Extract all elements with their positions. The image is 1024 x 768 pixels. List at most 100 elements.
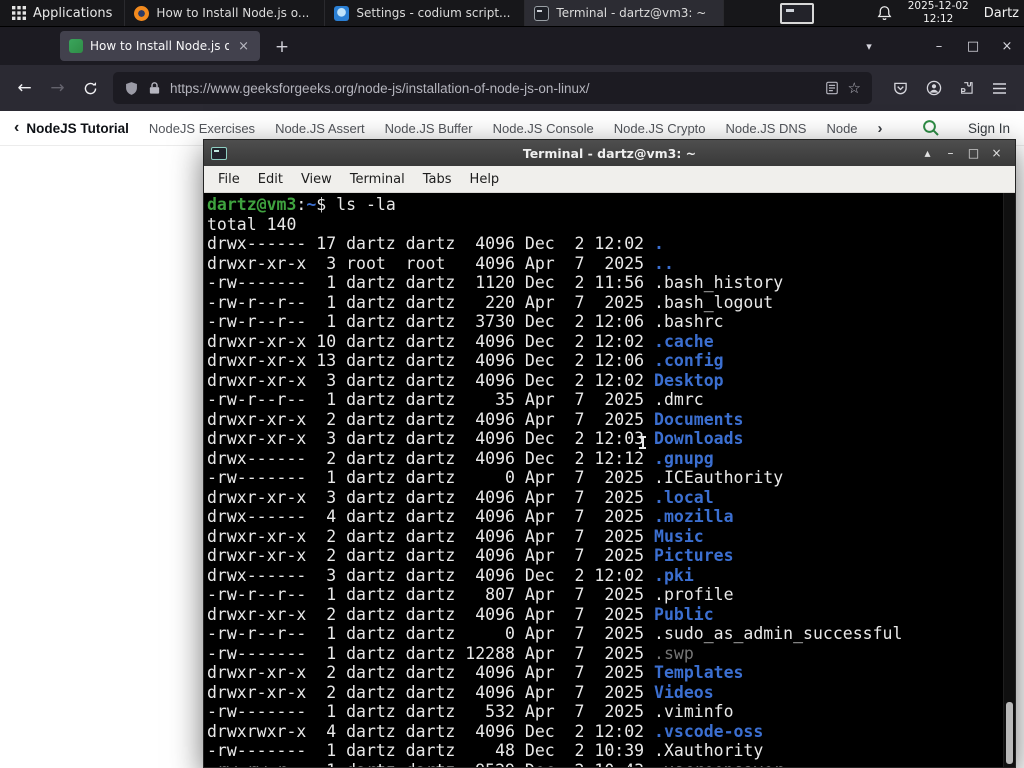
reload-icon: [84, 81, 97, 94]
terminal-output-line: -rw-r--r-- 1 dartz dartz 3730 Dec 2 12:0…: [207, 312, 1001, 332]
terminal-menu-item[interactable]: Terminal: [341, 169, 414, 190]
gfg-favicon: [69, 39, 83, 53]
taskbar-window-title: How to Install Node.js o...: [156, 6, 310, 20]
terminal-menu-item[interactable]: Tabs: [414, 169, 461, 190]
terminal-minimize-button[interactable]: –: [939, 146, 962, 160]
file-meta: -rw-r--r-- 1 dartz dartz 35 Apr 7 2025: [207, 390, 655, 409]
nav-next-chevron-icon[interactable]: ›: [878, 120, 883, 137]
tab-close-button[interactable]: ×: [236, 39, 251, 54]
terminal-total-line: total 140: [207, 214, 297, 234]
file-name: .bash_logout: [654, 292, 774, 312]
applications-menu-button[interactable]: Applications: [0, 0, 124, 26]
clock-time: 12:12: [923, 13, 954, 25]
clock[interactable]: 2025-12-02 12:12: [908, 0, 969, 25]
terminal-output-line: drwxr-xr-x 2 dartz dartz 4096 Apr 7 2025…: [207, 605, 1001, 625]
browser-minimize-button[interactable]: –: [922, 39, 956, 54]
all-tabs-chevron-icon[interactable]: ▾: [854, 40, 884, 53]
account-icon[interactable]: [917, 72, 950, 104]
reload-button[interactable]: [74, 72, 107, 104]
terminal-titlebar[interactable]: Terminal - dartz@vm3: ~ ▴ – □ ×: [204, 140, 1015, 166]
file-name: .: [654, 234, 664, 253]
bookmark-star-icon[interactable]: ☆: [848, 79, 861, 97]
terminal-output-line: drwxr-xr-x 13 dartz dartz 4096 Dec 2 12:…: [207, 351, 1001, 371]
terminal-menu-item[interactable]: Help: [461, 169, 509, 190]
scrollbar-thumb[interactable]: [1006, 702, 1013, 764]
browser-maximize-button[interactable]: □: [956, 39, 990, 54]
file-name: .gnupg: [654, 448, 714, 468]
taskbar-window-button[interactable]: Settings - codium script...: [324, 0, 524, 26]
file-meta: drwxr-xr-x 3 root root 4096 Apr 7 2025: [207, 253, 655, 273]
url-bar[interactable]: https://www.geeksforgeeks.org/node-js/in…: [113, 72, 872, 104]
gfg-nav-active-link[interactable]: ‹ NodeJS Tutorial: [14, 120, 129, 136]
gfg-nav-link[interactable]: Node.JS Console: [493, 121, 594, 136]
terminal-output-line: drwx------ 2 dartz dartz 4096 Dec 2 12:1…: [207, 449, 1001, 469]
extensions-puzzle-icon[interactable]: [950, 72, 983, 104]
terminal-output[interactable]: dartz@vm3:~$ ls -la total 140 drwx------…: [204, 193, 1015, 767]
taskbar-window-title: Settings - codium script...: [356, 6, 511, 20]
terminal-menu-item[interactable]: View: [292, 169, 341, 190]
gfg-nav-link[interactable]: Node.JS DNS: [726, 121, 807, 136]
terminal-output-line: -rw------- 1 dartz dartz 12288 Apr 7 202…: [207, 644, 1001, 664]
reader-mode-icon[interactable]: [825, 81, 839, 95]
terminal-menu-item[interactable]: File: [209, 169, 249, 190]
terminal-maximize-button[interactable]: □: [962, 146, 985, 160]
url-text[interactable]: https://www.geeksforgeeks.org/node-js/in…: [170, 81, 816, 96]
file-name: .bashrc: [654, 312, 724, 331]
hamburger-menu-icon[interactable]: [983, 72, 1016, 104]
terminal-output-line: -rw-rw-r-- 1 dartz dartz 9529 Dec 2 10:4…: [207, 761, 1001, 768]
terminal-output-line: drwx------ 3 dartz dartz 4096 Dec 2 12:0…: [207, 566, 1001, 586]
file-name: Documents: [654, 409, 744, 429]
file-meta: drwxr-xr-x 3 dartz dartz 4096 Dec 2 12:0…: [207, 370, 655, 390]
taskbar-window-button[interactable]: Terminal - dartz@vm3: ~: [524, 0, 725, 26]
terminal-menu-item[interactable]: Edit: [249, 169, 292, 190]
terminal-output-line: drwxr-xr-x 2 dartz dartz 4096 Apr 7 2025…: [207, 683, 1001, 703]
terminal-window: Terminal - dartz@vm3: ~ ▴ – □ × File Edi…: [203, 139, 1016, 768]
file-meta: drwxr-xr-x 2 dartz dartz 4096 Apr 7 2025: [207, 682, 655, 702]
terminal-close-button[interactable]: ×: [985, 146, 1008, 160]
browser-toolbar: ← → https://www.geeksforgeeks.org/node-j…: [0, 65, 1024, 111]
gfg-nav-link[interactable]: Node: [826, 121, 857, 136]
typed-command: ls -la: [336, 195, 396, 214]
user-menu[interactable]: Dartz: [984, 6, 1019, 21]
tab-title: How to Install Node.js on: [90, 39, 230, 53]
file-name: Desktop: [654, 370, 724, 390]
gfg-nav-link[interactable]: NodeJS Exercises: [149, 121, 255, 136]
search-icon[interactable]: [922, 119, 940, 137]
file-name: .dmrc: [654, 390, 704, 409]
file-meta: drwx------ 2 dartz dartz 4096 Dec 2 12:1…: [207, 448, 655, 468]
tray-terminal-icon[interactable]: [780, 2, 815, 24]
nav-prev-chevron-icon[interactable]: ‹: [14, 120, 19, 136]
padlock-icon[interactable]: [148, 81, 161, 95]
terminal-output-line: -rw-r--r-- 1 dartz dartz 35 Apr 7 2025 .…: [207, 390, 1001, 410]
back-button[interactable]: ←: [8, 72, 41, 104]
gfg-nav-link[interactable]: Node.JS Assert: [275, 121, 365, 136]
gfg-active-label: NodeJS Tutorial: [26, 120, 129, 136]
tracking-shield-icon[interactable]: [124, 81, 139, 96]
new-tab-button[interactable]: +: [270, 35, 294, 59]
file-meta: drwx------ 17 dartz dartz 4096 Dec 2 12:…: [207, 234, 655, 253]
terminal-output-line: drwxrwxr-x 4 dartz dartz 4096 Dec 2 12:0…: [207, 722, 1001, 742]
notifications-bell-icon[interactable]: [876, 5, 893, 22]
browser-tab[interactable]: How to Install Node.js on ×: [60, 31, 260, 61]
terminal-output-line: -rw------- 1 dartz dartz 1120 Dec 2 11:5…: [207, 273, 1001, 293]
browser-close-button[interactable]: ×: [990, 39, 1024, 54]
terminal-scrollbar[interactable]: [1003, 193, 1015, 767]
sign-in-link[interactable]: Sign In: [968, 121, 1010, 136]
terminal-output-line: -rw------- 1 dartz dartz 48 Dec 2 10:39 …: [207, 741, 1001, 761]
terminal-shade-button[interactable]: ▴: [916, 146, 939, 160]
terminal-output-line: drwxr-xr-x 3 dartz dartz 4096 Dec 2 12:0…: [207, 429, 1001, 449]
terminal-output-line: drwxr-xr-x 10 dartz dartz 4096 Dec 2 12:…: [207, 332, 1001, 352]
file-meta: drwxr-xr-x 2 dartz dartz 4096 Apr 7 2025: [207, 526, 655, 546]
top-panel: Applications How to Install Node.js o...…: [0, 0, 1024, 27]
terminal-prompt-line: dartz@vm3:~$ ls -la: [207, 195, 1001, 215]
terminal-output-line: -rw-r--r-- 1 dartz dartz 0 Apr 7 2025 .s…: [207, 624, 1001, 644]
pocket-icon[interactable]: [884, 72, 917, 104]
gfg-nav-link[interactable]: Node.JS Buffer: [385, 121, 473, 136]
file-meta: -rw-r--r-- 1 dartz dartz 0 Apr 7 2025: [207, 624, 655, 643]
file-name: Public: [654, 604, 714, 624]
terminal-title: Terminal - dartz@vm3: ~: [522, 145, 697, 161]
gfg-nav-link[interactable]: Node.JS Crypto: [614, 121, 706, 136]
terminal-output-line: drwxr-xr-x 2 dartz dartz 4096 Apr 7 2025…: [207, 546, 1001, 566]
taskbar-window-button[interactable]: How to Install Node.js o...: [124, 0, 324, 26]
taskbar: How to Install Node.js o... Settings - c…: [124, 0, 725, 26]
